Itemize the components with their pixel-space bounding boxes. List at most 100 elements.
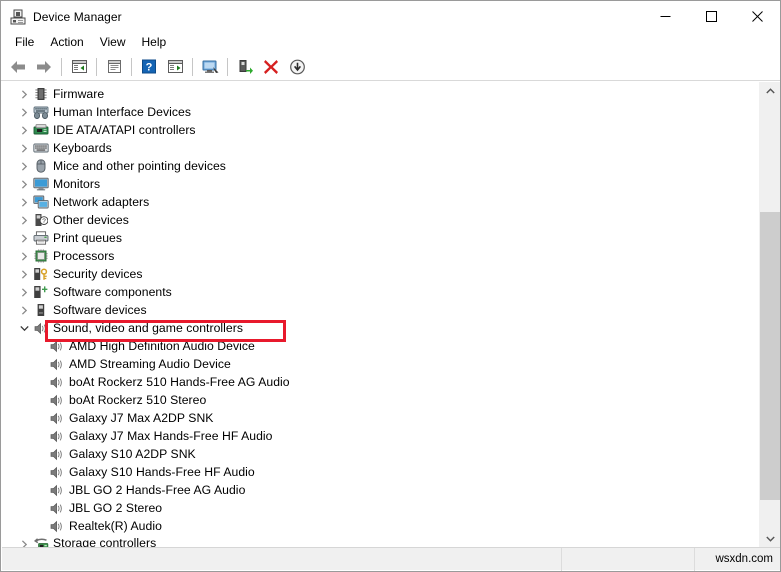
tree-item[interactable]: IDE ATA/ATAPI controllers [2,121,758,139]
speaker-icon [48,517,65,535]
tree-item[interactable]: Network adapters [2,193,758,211]
chevron-down-icon[interactable] [16,319,32,337]
ide-controller-icon [32,121,49,139]
status-pane-main [2,547,562,571]
scan-for-hardware-changes-button[interactable] [197,55,223,79]
chevron-right-icon[interactable] [16,157,32,175]
software-device-icon [32,301,49,319]
tree-item-label: Galaxy J7 Max A2DP SNK [69,411,214,425]
chevron-right-icon[interactable] [16,301,32,319]
chevron-right-icon[interactable] [16,193,32,211]
tree-item-label: Realtek(R) Audio [69,519,162,533]
forward-button[interactable] [31,55,57,79]
menu-help[interactable]: Help [134,33,175,52]
tree-item[interactable]: boAt Rockerz 510 Hands-Free AG Audio [2,373,758,391]
menu-file[interactable]: File [7,33,42,52]
tree-item-label: Galaxy J7 Max Hands-Free HF Audio [69,429,273,443]
chevron-right-icon[interactable] [16,175,32,193]
close-button[interactable] [734,1,780,32]
chevron-right-icon[interactable] [16,535,32,547]
scroll-down-button[interactable] [759,530,780,548]
speaker-icon [48,373,65,391]
tree-item-label: Print queues [53,231,123,245]
tree-item[interactable]: Galaxy J7 Max Hands-Free HF Audio [2,427,758,445]
properties-button[interactable] [101,55,127,79]
chevron-right-icon[interactable] [16,139,32,157]
speaker-icon [48,427,65,445]
vertical-scrollbar[interactable] [758,82,780,548]
device-tree-scroll-region[interactable]: Firmware Human Interface Devices IDE ATA/A… [2,82,758,548]
toolbar-separator-4 [192,57,193,76]
chevron-right-icon[interactable] [16,247,32,265]
mouse-icon [32,157,49,175]
tree-item-label: boAt Rockerz 510 Stereo [69,393,207,407]
help-button[interactable]: ? [136,55,162,79]
tree-item[interactable]: Galaxy S10 A2DP SNK [2,445,758,463]
chevron-right-icon[interactable] [16,229,32,247]
status-bar: wsxdn.com [2,547,780,571]
processor-icon [32,247,49,265]
tree-item[interactable]: boAt Rockerz 510 Stereo [2,391,758,409]
tree-item-label: Galaxy S10 A2DP SNK [69,447,196,461]
chevron-right-icon[interactable] [16,283,32,301]
tree-item[interactable]: Firmware [2,85,758,103]
chevron-right-icon[interactable] [16,121,32,139]
tree-item[interactable]: Monitors [2,175,758,193]
toolbar-separator-3 [131,57,132,76]
scroll-up-button[interactable] [759,82,780,100]
back-button[interactable] [5,55,31,79]
tree-item[interactable]: Processors [2,247,758,265]
tree-item[interactable]: Software devices [2,301,758,319]
tree-item[interactable]: Galaxy J7 Max A2DP SNK [2,409,758,427]
menu-action[interactable]: Action [42,33,91,52]
tree-item-label: Software devices [53,303,147,317]
menu-view[interactable]: View [92,33,134,52]
tree-item-label: Processors [53,249,115,263]
tree-item-label: JBL GO 2 Hands-Free AG Audio [69,483,246,497]
tree-item[interactable]: AMD High Definition Audio Device [2,337,758,355]
tree-item[interactable]: Security devices [2,265,758,283]
tree-item-label: Galaxy S10 Hands-Free HF Audio [69,465,255,479]
storage-controller-icon [32,535,49,547]
update-driver-button[interactable] [232,55,258,79]
tree-item[interactable]: ? Other devices [2,211,758,229]
tree-item[interactable]: Mice and other pointing devices [2,157,758,175]
tree-item[interactable]: Realtek(R) Audio [2,517,758,535]
tree-item-label: Sound, video and game controllers [53,321,243,335]
show-hide-action-pane-button[interactable] [162,55,188,79]
tree-item-label: Human Interface Devices [53,105,191,119]
tree-item[interactable]: JBL GO 2 Hands-Free AG Audio [2,481,758,499]
tree-item[interactable]: Storage controllers [2,535,758,547]
tree-item[interactable]: AMD Streaming Audio Device [2,355,758,373]
tree-item-label: AMD High Definition Audio Device [69,339,255,353]
tree-item-label: Software components [53,285,172,299]
scrollbar-thumb[interactable] [760,212,780,500]
tree-item[interactable]: Print queues [2,229,758,247]
maximize-button[interactable] [688,1,734,32]
tree-item[interactable]: Keyboards [2,139,758,157]
speaker-icon [48,337,65,355]
hid-icon [32,103,49,121]
chevron-right-icon[interactable] [16,211,32,229]
tree-item[interactable]: Sound, video and game controllers [2,319,758,337]
disable-device-button[interactable] [284,55,310,79]
device-tree-panel: Firmware Human Interface Devices IDE ATA/A… [2,82,780,548]
toolbar: ? [1,53,780,81]
keyboard-icon [32,139,49,157]
show-hide-console-tree-button[interactable] [66,55,92,79]
security-device-icon [32,265,49,283]
minimize-button[interactable] [642,1,688,32]
speaker-icon [48,481,65,499]
chevron-right-icon[interactable] [16,265,32,283]
uninstall-device-button[interactable] [258,55,284,79]
tree-item[interactable]: Software components [2,283,758,301]
tree-item-label: JBL GO 2 Stereo [69,501,163,515]
chevron-right-icon[interactable] [16,85,32,103]
chevron-right-icon[interactable] [16,103,32,121]
toolbar-separator-5 [227,57,228,76]
tree-item[interactable]: Human Interface Devices [2,103,758,121]
tree-item[interactable]: Galaxy S10 Hands-Free HF Audio [2,463,758,481]
speaker-icon [48,499,65,517]
printer-icon [32,229,49,247]
tree-item[interactable]: JBL GO 2 Stereo [2,499,758,517]
